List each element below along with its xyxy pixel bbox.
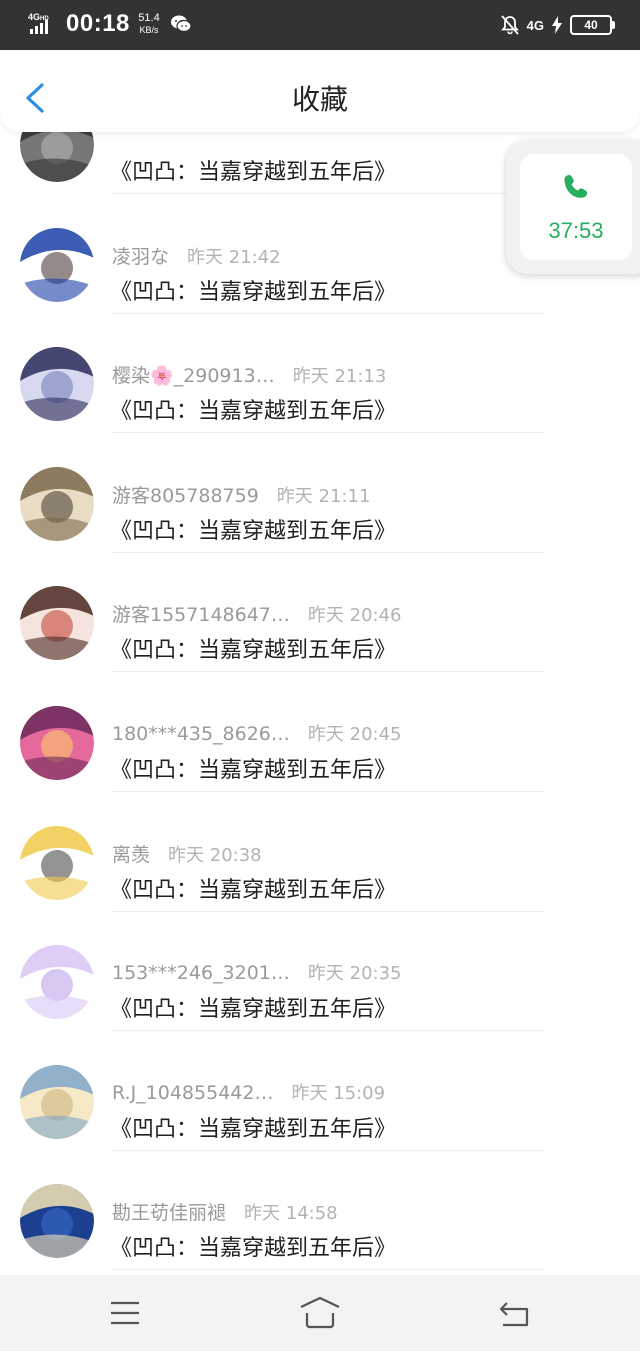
username: 凌羽な xyxy=(112,246,170,268)
status-bar: 4G HD 00:18 51.4 KB/s 4G 40 xyxy=(0,0,640,50)
wechat-icon xyxy=(171,15,192,33)
avatar[interactable] xyxy=(20,347,94,421)
divider xyxy=(112,1269,544,1270)
avatar[interactable] xyxy=(20,1065,94,1139)
book-title[interactable]: 《凹凸：当嘉穿越到五年后》 xyxy=(110,991,396,1023)
avatar-image xyxy=(20,586,94,660)
item-meta: 180***435_8626… 昨天 20:45 xyxy=(112,720,402,746)
divider xyxy=(112,552,544,553)
page-title: 收藏 xyxy=(291,83,348,116)
avatar[interactable] xyxy=(20,945,94,1019)
username: 153***246_3201… xyxy=(112,962,290,984)
list-item[interactable]: 游客1557148647… 昨天 20:46 《凹凸：当嘉穿越到五年后》 xyxy=(0,578,640,698)
username: 离羡 xyxy=(112,844,151,866)
avatar-image xyxy=(20,467,94,541)
divider xyxy=(112,1150,544,1151)
book-title[interactable]: 《凹凸：当嘉穿越到五年后》 xyxy=(110,513,396,545)
clock: 00:18 xyxy=(66,10,130,37)
home-icon[interactable] xyxy=(298,1293,342,1333)
avatar[interactable] xyxy=(20,586,94,660)
status-right: 4G 40 xyxy=(500,12,615,38)
username: 樱染🌸_290913… xyxy=(112,365,275,387)
item-meta: 153***246_3201… 昨天 20:35 xyxy=(112,959,402,985)
app-header: 收藏 xyxy=(0,50,640,132)
book-title[interactable]: 《凹凸：当嘉穿越到五年后》 xyxy=(110,872,396,904)
avatar-image xyxy=(20,706,94,780)
list-item[interactable]: 游客805788759 昨天 21:11 《凹凸：当嘉穿越到五年后》 xyxy=(0,459,640,579)
timestamp: 昨天 21:11 xyxy=(276,486,371,507)
book-title[interactable]: 《凹凸：当嘉穿越到五年后》 xyxy=(110,752,396,784)
avatar[interactable] xyxy=(20,467,94,541)
item-meta: 游客805788759 昨天 21:11 xyxy=(112,481,370,508)
signal-icon: 4G HD xyxy=(28,12,49,34)
timestamp: 昨天 21:42 xyxy=(187,247,281,268)
avatar-image xyxy=(20,826,94,900)
mute-bell-icon xyxy=(500,15,519,35)
divider xyxy=(112,432,544,433)
avatar[interactable] xyxy=(20,1184,94,1258)
charging-icon xyxy=(552,16,562,34)
book-title[interactable]: 《凹凸：当嘉穿越到五年后》 xyxy=(110,154,396,186)
book-title[interactable]: 《凹凸：当嘉穿越到五年后》 xyxy=(110,274,396,306)
call-duration: 37:53 xyxy=(548,218,604,243)
username: R.J_104855442… xyxy=(112,1082,274,1104)
item-meta: 凌羽な 昨天 21:42 xyxy=(112,242,281,269)
phone-icon xyxy=(564,175,588,198)
timestamp: 昨天 14:58 xyxy=(244,1203,338,1224)
timestamp: 昨天 21:13 xyxy=(292,366,387,387)
timestamp: 昨天 20:35 xyxy=(307,963,402,984)
speed-unit: KB/s xyxy=(139,25,159,35)
call-panel[interactable]: 37:53 xyxy=(520,154,632,260)
avatar[interactable] xyxy=(20,706,94,780)
list-item[interactable]: 180***435_8626… 昨天 20:45 《凹凸：当嘉穿越到五年后》 xyxy=(0,698,640,818)
network-speed: 51.4 KB/s xyxy=(135,12,163,36)
network-type: 4G xyxy=(526,17,544,33)
avatar-image xyxy=(20,945,94,1019)
username: 180***435_8626… xyxy=(112,723,290,745)
username: 勘王苆佳丽褪 xyxy=(112,1202,227,1224)
book-title[interactable]: 《凹凸：当嘉穿越到五年后》 xyxy=(110,1111,396,1143)
timestamp: 昨天 20:46 xyxy=(307,605,402,626)
item-meta: 勘王苆佳丽褪 昨天 14:58 xyxy=(112,1198,338,1225)
item-meta: R.J_104855442… 昨天 15:09 xyxy=(112,1079,385,1105)
avatar-image xyxy=(20,1065,94,1139)
list-item[interactable]: 153***246_3201… 昨天 20:35 《凹凸：当嘉穿越到五年后》 xyxy=(0,937,640,1057)
item-meta: 离羡 昨天 20:38 xyxy=(112,840,262,867)
timestamp: 昨天 20:38 xyxy=(168,845,262,866)
back-icon[interactable] xyxy=(495,1293,535,1333)
book-title[interactable]: 《凹凸：当嘉穿越到五年后》 xyxy=(110,632,396,664)
floating-call-widget[interactable]: 37:53 xyxy=(506,140,640,274)
divider xyxy=(112,1030,544,1031)
svg-text:4G: 4G xyxy=(28,12,40,22)
username: 游客805788759 xyxy=(112,485,259,507)
divider xyxy=(112,671,544,672)
divider xyxy=(112,313,544,314)
avatar[interactable] xyxy=(20,228,94,302)
avatar[interactable] xyxy=(20,826,94,900)
timestamp: 昨天 20:45 xyxy=(307,724,402,745)
list-item[interactable]: 离羡 昨天 20:38 《凹凸：当嘉穿越到五年后》 xyxy=(0,818,640,938)
book-title[interactable]: 《凹凸：当嘉穿越到五年后》 xyxy=(110,1230,396,1262)
item-meta: 游客1557148647… 昨天 20:46 xyxy=(112,600,402,627)
divider xyxy=(112,193,544,194)
list-item[interactable]: 樱染🌸_290913… 昨天 21:13 《凹凸：当嘉穿越到五年后》 xyxy=(0,339,640,459)
system-nav-bar xyxy=(0,1275,640,1351)
avatar-image xyxy=(20,228,94,302)
book-title[interactable]: 《凹凸：当嘉穿越到五年后》 xyxy=(110,393,396,425)
item-meta: 樱染🌸_290913… 昨天 21:13 xyxy=(112,361,386,388)
list-item[interactable]: R.J_104855442… 昨天 15:09 《凹凸：当嘉穿越到五年后》 xyxy=(0,1057,640,1177)
username: 游客1557148647… xyxy=(112,604,290,626)
timestamp: 昨天 15:09 xyxy=(291,1083,386,1104)
speed-value: 51.4 xyxy=(138,12,160,24)
battery-icon: 40 xyxy=(570,15,615,35)
divider xyxy=(112,911,544,912)
divider xyxy=(112,791,544,792)
menu-icon[interactable] xyxy=(105,1293,145,1333)
avatar-image xyxy=(20,347,94,421)
avatar-image xyxy=(20,1184,94,1258)
